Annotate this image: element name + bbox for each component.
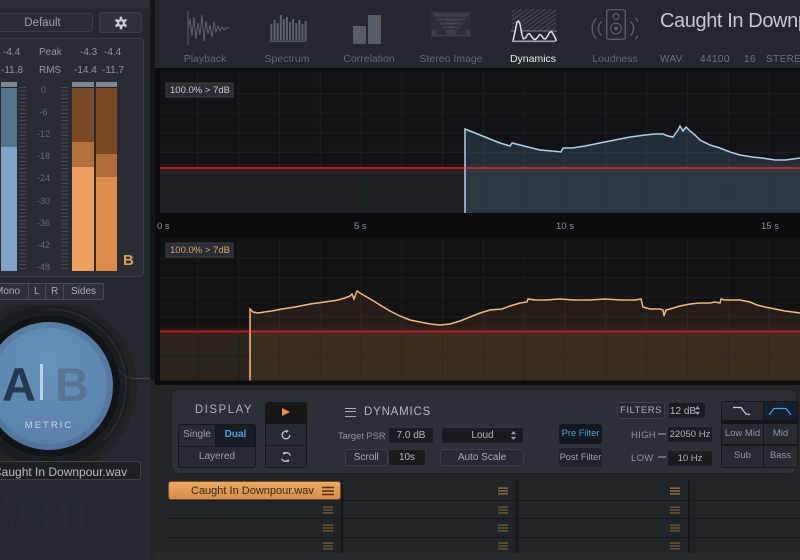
svg-text:0 s: 0 s: [157, 221, 170, 232]
svg-text:15 s: 15 s: [761, 221, 779, 232]
svg-text:100.0% > 7dB: 100.0% > 7dB: [170, 245, 230, 256]
svg-text:100.0% > 7dB: 100.0% > 7dB: [170, 85, 230, 96]
svg-text:10 s: 10 s: [556, 221, 574, 232]
svg-text:5 s: 5 s: [354, 221, 367, 232]
